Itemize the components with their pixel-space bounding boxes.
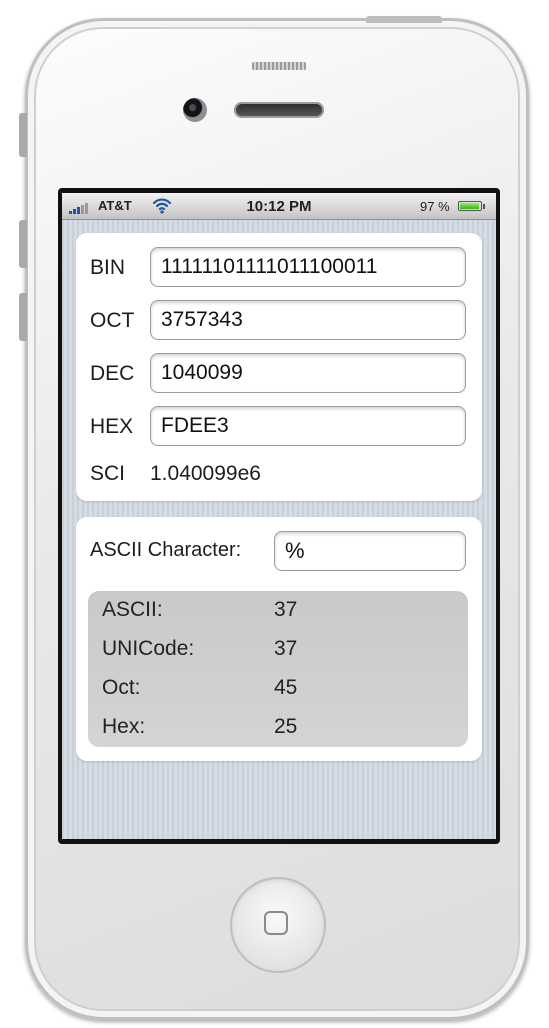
info-row-oct: Oct: 45 (88, 669, 468, 708)
info-key: Oct: (102, 676, 141, 699)
info-key: UNICode: (102, 637, 195, 660)
ascii-character-field[interactable] (274, 531, 466, 571)
hex-label: HEX (90, 415, 134, 438)
volume-up-button[interactable] (19, 220, 27, 268)
earpiece-speaker (234, 102, 324, 118)
ascii-panel: ASCII Character: ASCII: 37 UNICode: 37 O… (76, 517, 482, 761)
battery-percentage: 97 % (420, 199, 450, 214)
ascii-info-box: ASCII: 37 UNICode: 37 Oct: 45 Hex: 25 (88, 591, 468, 747)
bin-field[interactable] (150, 247, 466, 287)
dec-field[interactable] (150, 353, 466, 393)
battery-tip (483, 204, 485, 209)
home-square-icon (264, 911, 288, 935)
number-converter-panel: BIN OCT DEC HEX SCI 1.040099e6 (76, 233, 482, 501)
mute-switch[interactable] (19, 113, 27, 157)
battery-level (460, 203, 480, 209)
volume-down-button[interactable] (19, 293, 27, 341)
sci-label: SCI (90, 462, 126, 485)
info-row-unicode: UNICode: 37 (88, 630, 468, 669)
info-row-ascii: ASCII: 37 (88, 591, 468, 630)
power-button[interactable] (366, 16, 442, 23)
oct-field[interactable] (150, 300, 466, 340)
speaker-grill (252, 62, 306, 70)
home-button[interactable] (230, 877, 326, 973)
bin-label: BIN (90, 256, 126, 279)
battery-icon (458, 201, 482, 211)
oct-label: OCT (90, 309, 135, 332)
hex-field[interactable] (150, 406, 466, 446)
info-key: ASCII: (102, 598, 163, 621)
sci-value: 1.040099e6 (150, 462, 261, 485)
info-value: 37 (274, 637, 298, 660)
info-value: 25 (274, 715, 298, 738)
status-bar: AT&T 10:12 PM 97 % (62, 193, 496, 220)
info-row-hex: Hex: 25 (88, 708, 468, 747)
ascii-character-label: ASCII Character: (90, 539, 242, 561)
front-camera (183, 98, 207, 122)
info-value: 37 (274, 598, 298, 621)
info-key: Hex: (102, 715, 146, 738)
screen: AT&T 10:12 PM 97 % BIN OCT DEC HEX SCI 1… (62, 193, 496, 839)
dec-label: DEC (90, 362, 135, 385)
info-value: 45 (274, 676, 298, 699)
